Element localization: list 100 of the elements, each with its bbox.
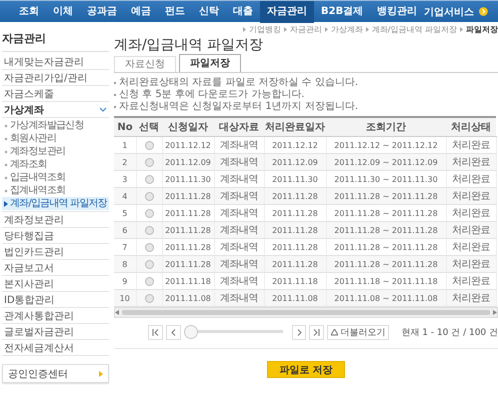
table-cell: 처리완료 bbox=[446, 256, 496, 272]
nav-menu-item[interactable]: 이체 bbox=[46, 0, 80, 22]
table-cell: 처리완료 bbox=[446, 222, 496, 238]
table-cell: 2011.11.28 bbox=[162, 222, 214, 238]
sidebar-item[interactable]: 내게맞는자금관리 bbox=[2, 54, 109, 70]
sidebar-item[interactable]: 자금보고서 bbox=[2, 260, 109, 276]
table-cell: 처리완료 bbox=[446, 290, 496, 306]
sidebar-subitem[interactable]: 계좌/입금내역 파일저장 bbox=[2, 197, 109, 210]
breadcrumb-item[interactable]: 계좌/입금내역 파일저장 bbox=[372, 24, 457, 34]
column-header: 처리상태 bbox=[446, 117, 496, 136]
column-header: 처리완료일자 bbox=[264, 117, 326, 136]
column-header: 선택 bbox=[136, 117, 162, 136]
radio-button[interactable] bbox=[144, 242, 154, 252]
first-page-icon[interactable] bbox=[152, 328, 159, 336]
chevron-left-icon[interactable] bbox=[170, 328, 177, 336]
chevron-icon[interactable] bbox=[99, 107, 107, 112]
sidebar-item[interactable]: 전자세금계산서 bbox=[2, 340, 109, 356]
nav-menu-item[interactable]: 공과금 bbox=[80, 0, 124, 22]
nav-menu-item[interactable]: 예금 bbox=[124, 0, 158, 22]
page-title: 계좌/입금내역 파일저장 bbox=[114, 36, 264, 55]
table-cell: 2011.11.28 bbox=[162, 188, 214, 204]
note-text: 신청 후 5분 후에 다운로드가 가능합니다. bbox=[119, 89, 304, 100]
breadcrumb-item[interactable]: 파일저장 bbox=[466, 24, 498, 34]
table-cell: 2011.11.28 bbox=[162, 256, 214, 272]
previous-page-button[interactable] bbox=[166, 324, 181, 340]
radio-button[interactable] bbox=[144, 158, 154, 167]
radio-button[interactable] bbox=[144, 276, 154, 286]
table-cell: 2011.11.08 bbox=[162, 290, 214, 306]
sidebar-item[interactable]: 관계사통합관리 bbox=[2, 308, 109, 324]
load-more-button[interactable]: 더불러오기 bbox=[327, 324, 390, 340]
nav-menu-item[interactable]: B2B결제 bbox=[314, 0, 370, 22]
radio-button[interactable] bbox=[144, 294, 154, 303]
first-page-button[interactable] bbox=[148, 324, 163, 340]
nav-menu-item[interactable]: 펀드 bbox=[158, 0, 192, 22]
sidebar-item[interactable]: 본지사관리 bbox=[2, 276, 109, 292]
breadcrumb-item[interactable]: 가상계좌 bbox=[330, 24, 363, 34]
arrow-icon bbox=[99, 370, 103, 376]
table-cell: 계좌내역 bbox=[214, 154, 264, 170]
chevron-icon bbox=[460, 26, 463, 32]
sidebar-item[interactable]: 가상계좌 bbox=[4, 102, 44, 116]
arrow-circle-icon[interactable] bbox=[479, 6, 488, 17]
next-page-button[interactable] bbox=[292, 324, 306, 340]
table-cell: 처리완료 bbox=[446, 154, 496, 170]
chevron-icon bbox=[366, 26, 369, 32]
sidebar-item[interactable]: 글로벌자금관리 bbox=[2, 324, 109, 340]
table-cell: 계좌내역 bbox=[214, 188, 264, 204]
sidebar-title: 자금관리 bbox=[2, 31, 109, 52]
table-cell: 2011.12.09 bbox=[264, 154, 326, 170]
radio-button[interactable] bbox=[144, 226, 154, 235]
table-cell: 2011.11.28 ~ 2011.11.28 bbox=[326, 256, 446, 272]
table-cell: 2011.11.28 ~ 2011.11.28 bbox=[326, 222, 446, 238]
table-cell: 2011.11.28 bbox=[264, 188, 326, 204]
table-cell: 계좌내역 bbox=[214, 256, 264, 272]
radio-button[interactable] bbox=[144, 140, 154, 150]
nav-menu-item[interactable]: 신탁 bbox=[192, 0, 226, 22]
radio-button[interactable] bbox=[144, 260, 154, 269]
slider-handle[interactable] bbox=[184, 325, 198, 339]
tab[interactable]: 자료신청 bbox=[114, 56, 176, 72]
table-cell: 2011.11.28 ~ 2011.11.28 bbox=[326, 188, 446, 204]
right-arrow-icon[interactable] bbox=[493, 310, 497, 315]
sidebar-item[interactable]: ID통합관리 bbox=[2, 292, 109, 308]
chevron-icon bbox=[284, 26, 287, 32]
column-header: 신청일자 bbox=[162, 117, 214, 136]
tab[interactable]: 파일저장 bbox=[179, 54, 241, 72]
table-cell: 2011.11.08 ~ 2011.11.08 bbox=[326, 290, 446, 306]
breadcrumb-item[interactable]: 기업뱅킹 bbox=[248, 24, 281, 34]
table-cell: 2011.12.09 bbox=[162, 154, 214, 170]
sidebar-item[interactable]: 계좌정보관리 bbox=[2, 212, 109, 228]
left-arrow-icon[interactable] bbox=[115, 310, 119, 315]
chevron-icon bbox=[324, 26, 328, 32]
radio-button[interactable] bbox=[144, 174, 154, 184]
table-cell: 처리완료 bbox=[446, 188, 496, 204]
column-header: 대상자료 bbox=[214, 117, 264, 136]
cert-center-button[interactable]: 공인인증센터 bbox=[2, 364, 109, 383]
table-cell: 계좌내역 bbox=[214, 222, 264, 238]
triangle-icon bbox=[331, 328, 338, 336]
nav-menu-item[interactable]: 자금관리 bbox=[260, 0, 314, 22]
nav-menu-item[interactable]: 뱅킹관리 bbox=[370, 0, 424, 22]
chevron-right-icon[interactable] bbox=[296, 328, 303, 336]
table-cell: 계좌내역 bbox=[214, 290, 264, 306]
sidebar-item[interactable]: 당타행집금 bbox=[2, 228, 109, 244]
table-cell: 2 bbox=[114, 154, 136, 170]
last-page-button[interactable] bbox=[309, 324, 324, 340]
last-page-icon[interactable] bbox=[313, 328, 320, 336]
table-cell: 6 bbox=[114, 222, 136, 238]
radio-button[interactable] bbox=[144, 192, 154, 201]
table-cell: 4 bbox=[114, 188, 136, 204]
sidebar-item[interactable]: 자금관리가입/관리 bbox=[2, 70, 109, 86]
breadcrumb-item[interactable]: 자금관리 bbox=[290, 24, 322, 34]
nav-menu-item[interactable]: 조회 bbox=[12, 0, 46, 22]
sidebar-item[interactable]: 법인카드관리 bbox=[2, 244, 109, 260]
page-status: 현재 1 - 10 건 / 100 건 bbox=[401, 326, 498, 338]
horizontal-scrollbar[interactable] bbox=[114, 307, 498, 318]
radio-button[interactable] bbox=[144, 208, 154, 218]
save-file-button[interactable]: 파일로 저장 bbox=[267, 361, 345, 378]
sidebar-item[interactable]: 자금스케줄 bbox=[2, 86, 109, 102]
service-link[interactable]: 기업서비스 bbox=[424, 4, 474, 18]
table-cell: 2011.11.28 bbox=[264, 256, 326, 272]
chevron-icon bbox=[242, 26, 246, 32]
nav-menu-item[interactable]: 대출 bbox=[226, 0, 260, 22]
